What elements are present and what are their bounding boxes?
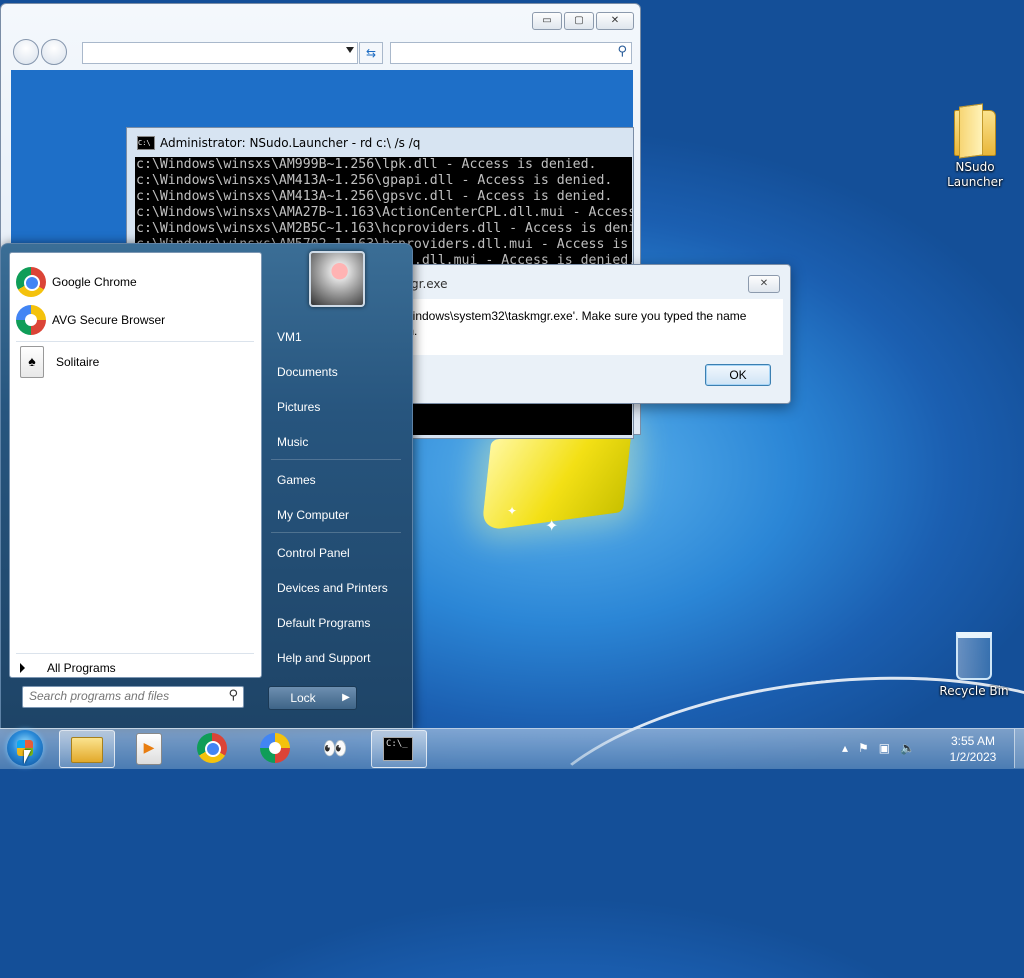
start-menu-item-devices-and-printers[interactable]: Devices and Printers (267, 573, 405, 603)
solitaire-icon: ♠ (20, 346, 44, 378)
taskbar-app-windows-explorer[interactable] (59, 730, 115, 768)
dialog-message: .Windows\system32\taskmgr.exe'. Make sur… (398, 309, 747, 323)
chevron-down-icon[interactable] (346, 47, 354, 53)
divider (16, 653, 254, 654)
avg-browser-icon (16, 305, 46, 335)
power-options-arrow[interactable]: ▶ (336, 686, 357, 710)
cmd-icon: C:\ (137, 136, 155, 150)
start-menu: Google Chrome AVG Secure Browser ♠ Solit… (0, 243, 413, 729)
minimize-button[interactable]: ▭ (532, 12, 562, 30)
program-solitaire[interactable]: ♠ Solitaire (16, 345, 254, 379)
console-line: c:\Windows\winsxs\AM999B~1.256\lpk.dll -… (136, 157, 597, 172)
start-menu-item-music[interactable]: Music (267, 427, 405, 457)
divider (16, 341, 254, 342)
divider (271, 459, 401, 460)
refresh-icon: ⇆ (365, 46, 377, 60)
system-tray: ▴ ⚑ ▣ 🔈 (842, 731, 915, 765)
console-titlebar: C:\ Administrator: NSudo.Launcher - rd c… (137, 136, 420, 150)
clock-date: 1/2/2023 (949, 750, 997, 764)
back-button[interactable] (13, 39, 39, 65)
start-menu-item-games[interactable]: Games (267, 465, 405, 495)
desktop-icon-recycle-bin[interactable]: Recycle Bin (938, 632, 1010, 699)
taskbar-app-eyes[interactable]: 👀 (309, 730, 363, 766)
divider (271, 532, 401, 533)
search-icon: ⚲ (617, 44, 627, 59)
avg-browser-icon (260, 733, 290, 763)
network-icon[interactable]: ▣ (879, 741, 890, 755)
dialog-close-button[interactable]: ✕ (748, 275, 780, 293)
program-label: Google Chrome (52, 275, 137, 289)
all-programs-label: All Programs (47, 661, 116, 675)
eyes-icon: 👀 (322, 736, 348, 760)
program-google-chrome[interactable]: Google Chrome (16, 265, 254, 299)
maximize-button[interactable]: ▢ (564, 12, 594, 30)
all-programs-button[interactable]: All Programs (20, 661, 116, 675)
console-line: c:\Windows\winsxs\AM413A~1.256\gpapi.dll… (136, 173, 613, 188)
error-dialog[interactable]: gr.exe ✕ .Windows\system32\taskmgr.exe'.… (380, 264, 791, 404)
refresh-button[interactable]: ⇆ (359, 42, 383, 64)
media-player-icon: ▶ (136, 733, 162, 765)
chrome-icon (16, 267, 46, 297)
program-avg-secure-browser[interactable]: AVG Secure Browser (16, 303, 254, 337)
window-controls: ▭ ▢ ✕ (532, 12, 634, 30)
forward-button[interactable] (41, 39, 67, 65)
start-search-input[interactable] (23, 687, 219, 705)
arrow-right-icon (20, 663, 25, 673)
folder-icon (71, 737, 103, 763)
start-menu-programs-pane: Google Chrome AVG Secure Browser ♠ Solit… (9, 252, 262, 678)
taskbar-clock[interactable]: 3:55 AM 1/2/2023 (938, 733, 1008, 765)
chrome-icon (197, 733, 227, 763)
start-menu-item-vm1[interactable]: VM1 (267, 322, 405, 352)
console-line: c:\Windows\winsxs\AMA27B~1.163\ActionCen… (136, 205, 632, 220)
dialog-title: gr.exe (411, 277, 448, 291)
show-desktop-button[interactable] (1014, 729, 1024, 768)
mouse-cursor-icon (24, 750, 31, 764)
action-center-flag-icon[interactable]: ⚑ (858, 741, 869, 755)
console-line: c:\Windows\winsxs\AM2B5C~1.163\hcprovide… (136, 221, 632, 236)
taskbar-app-command-prompt[interactable]: C:\_ (371, 730, 427, 768)
lock-button[interactable]: Lock (268, 686, 338, 710)
chevron-up-icon[interactable]: ▴ (842, 741, 848, 755)
start-menu-item-default-programs[interactable]: Default Programs (267, 608, 405, 638)
explorer-search-input[interactable]: ⚲ (390, 42, 632, 64)
start-menu-item-help-and-support[interactable]: Help and Support (267, 643, 405, 673)
start-menu-item-documents[interactable]: Documents (267, 357, 405, 387)
desktop-icon-label: NSudo (955, 160, 995, 174)
address-bar[interactable] (82, 42, 358, 64)
taskbar-app-avg-browser[interactable] (248, 730, 302, 766)
clock-time: 3:55 AM (950, 734, 996, 748)
program-label: Solitaire (56, 355, 100, 369)
ok-button[interactable]: OK (705, 364, 771, 386)
volume-icon[interactable]: 🔈 (900, 741, 915, 755)
taskbar-app-media-player[interactable]: ▶ (121, 730, 175, 766)
console-line: c:\Windows\winsxs\AM413A~1.256\gpsvc.dll… (136, 189, 613, 204)
start-menu-item-control-panel[interactable]: Control Panel (267, 538, 405, 568)
user-picture[interactable] (309, 251, 365, 307)
taskbar-app-google-chrome[interactable] (185, 730, 239, 766)
wallpaper-sparkle: ✦ (507, 504, 518, 518)
recycle-bin-icon (956, 632, 992, 680)
desktop-icon-label: Launcher (947, 175, 1003, 189)
close-button[interactable]: ✕ (596, 12, 634, 30)
start-menu-item-pictures[interactable]: Pictures (267, 392, 405, 422)
start-menu-item-my-computer[interactable]: My Computer (267, 500, 405, 530)
search-icon: ⚲ (228, 688, 238, 703)
cmd-icon: C:\_ (383, 737, 413, 761)
wallpaper-sparkle: ✦ (545, 516, 559, 535)
desktop-icon-nsudo-launcher[interactable]: NSudo Launcher (939, 110, 1011, 190)
console-title: Administrator: NSudo.Launcher - rd c:\ /… (160, 136, 421, 150)
folder-icon (954, 110, 996, 156)
start-search-box[interactable]: ⚲ (22, 686, 244, 708)
dialog-message-area: .Windows\system32\taskmgr.exe'. Make sur… (382, 299, 783, 355)
program-label: AVG Secure Browser (52, 313, 166, 327)
desktop-icon-label: Recycle Bin (939, 684, 1009, 698)
